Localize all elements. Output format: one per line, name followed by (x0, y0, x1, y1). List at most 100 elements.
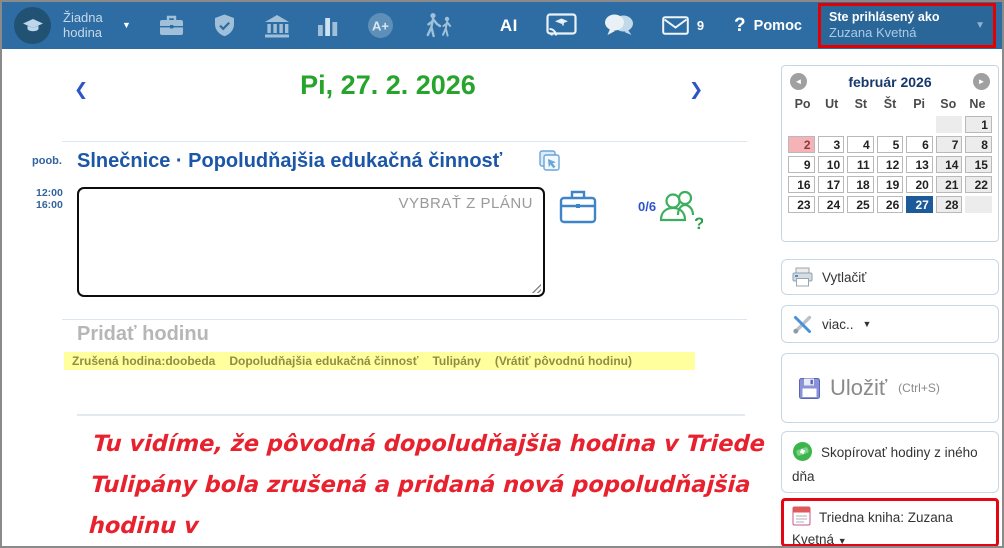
logged-in-user-dropdown[interactable]: Ste prihlásený ako Zuzana Kvetná ▼ (818, 3, 996, 48)
app-window: Žiadna hodina ▼ (0, 0, 1004, 548)
classbook-selector-label: Triedna kniha: Zuzana Kvetná (792, 510, 953, 547)
calendar-day-6[interactable]: 6 (906, 136, 933, 153)
calendar-day-14[interactable]: 14 (936, 156, 963, 173)
calendar-day-16[interactable]: 16 (788, 176, 815, 193)
chevron-down-icon: ▼ (838, 536, 847, 546)
calendar-cell-empty (906, 116, 933, 133)
lesson-selector[interactable]: Žiadna hodina ▼ (63, 11, 131, 41)
calendar-day-4[interactable]: 4 (847, 136, 874, 153)
save-shortcut-hint: (Ctrl+S) (898, 381, 940, 395)
briefcase-icon[interactable] (158, 13, 185, 38)
cast-lesson-icon[interactable] (546, 13, 577, 38)
calendar-day-7[interactable]: 7 (936, 136, 963, 153)
app-logo[interactable] (14, 7, 51, 44)
divider (62, 319, 747, 320)
mini-calendar: ◄ február 2026 ► PoUtStŠtPiSoNe 12345678… (781, 65, 999, 242)
printer-icon (792, 267, 813, 287)
attendance-students-icon[interactable]: ? (657, 188, 703, 237)
chevron-down-icon: ▼ (122, 20, 131, 30)
lesson-plan-textarea[interactable] (77, 187, 545, 297)
calendar-next-month-button[interactable]: ► (973, 73, 990, 90)
calendar-day-26[interactable]: 26 (877, 196, 904, 213)
calendar-cell-empty (788, 116, 815, 133)
logged-in-prefix: Ste prihlásený ako (829, 9, 975, 25)
shield-check-icon[interactable] (212, 13, 237, 39)
svg-text:A+: A+ (372, 19, 389, 34)
calendar-day-9[interactable]: 9 (788, 156, 815, 173)
calendar-header: ◄ február 2026 ► (782, 66, 998, 94)
calendar-month-title: február 2026 (848, 74, 931, 90)
ai-button[interactable]: AI (500, 16, 518, 36)
chevron-down-icon: ▼ (975, 20, 985, 31)
svg-text:?: ? (694, 214, 703, 232)
calendar-day-2[interactable]: 2 (788, 136, 815, 153)
calendar-day-11[interactable]: 11 (847, 156, 874, 173)
classbook-selector-button[interactable]: Triedna kniha: Zuzana Kvetná ▼ (781, 498, 999, 547)
lesson-title: Slnečnice · Popoludňajšia edukačná činno… (77, 150, 502, 173)
current-date-title: Pi, 27. 2. 2026 (2, 70, 774, 101)
calendar-day-1[interactable]: 1 (965, 116, 992, 133)
bar-chart-icon[interactable] (317, 14, 339, 37)
cancelled-lesson-subject: Dopoludňajšia edukačná činnosť (229, 354, 418, 368)
calendar-day-27[interactable]: 27 (906, 196, 933, 213)
calendar-grid: 1234567891011121314151617181920212223242… (782, 112, 998, 217)
mail-count-badge[interactable]: 9 (697, 18, 704, 33)
calendar-day-17[interactable]: 17 (818, 176, 845, 193)
copy-lessons-button[interactable]: Skopírovať hodiny z iného dňa (781, 431, 999, 493)
grade-a-plus-icon[interactable]: A+ (366, 11, 395, 40)
copy-lesson-icon[interactable] (536, 148, 563, 180)
graduation-cap-icon (21, 14, 45, 38)
excursion-walkers-icon[interactable] (422, 12, 456, 39)
calendar-prev-month-button[interactable]: ◄ (790, 73, 807, 90)
calendar-day-23[interactable]: 23 (788, 196, 815, 213)
calendar-dayname: Po (788, 97, 817, 111)
curriculum-briefcase-icon[interactable] (558, 188, 598, 231)
help-question-icon[interactable]: ? (734, 15, 746, 37)
cancelled-lesson-strip: Zrušená hodina:doobeda Dopoludňajšia edu… (64, 352, 695, 370)
annotation-line: Tulipány bola zrušená a pridaná nová pop… (88, 465, 768, 547)
next-day-button[interactable]: ❯ (689, 80, 703, 100)
copy-lessons-label: Skopírovať hodiny z iného dňa (792, 445, 978, 484)
help-button[interactable]: Pomoc (754, 18, 802, 34)
calendar-day-12[interactable]: 12 (877, 156, 904, 173)
print-button[interactable]: Vytlačiť (781, 259, 999, 295)
print-button-label: Vytlačiť (822, 270, 866, 285)
calendar-day-28[interactable]: 28 (936, 196, 963, 213)
calendar-day-22[interactable]: 22 (965, 176, 992, 193)
calendar-day-10[interactable]: 10 (818, 156, 845, 173)
calendar-day-19[interactable]: 19 (877, 176, 904, 193)
handwritten-annotation: Tu vidíme, že pôvodná dopoludňajšia hodi… (86, 424, 771, 548)
more-options-button[interactable]: viac.. ▼ (781, 305, 999, 343)
calendar-cell-empty (877, 116, 904, 133)
period-label: poob. (32, 155, 62, 167)
restore-lesson-link[interactable]: (Vrátiť pôvodnú hodinu) (495, 354, 632, 368)
calendar-dayname: So (934, 97, 963, 111)
annotation-line: Tu vidíme, že pôvodná dopoludňajšia hodi… (92, 424, 770, 465)
calendar-day-13[interactable]: 13 (906, 156, 933, 173)
divider (62, 141, 747, 142)
add-lesson-button[interactable]: Pridať hodinu (77, 323, 209, 346)
calendar-day-8[interactable]: 8 (965, 136, 992, 153)
cancelled-lesson-prefix: Zrušená hodina:doobeda (72, 354, 215, 368)
lesson-selector-label: Žiadna hodina (63, 11, 115, 41)
logged-in-user-text: Ste prihlásený ako Zuzana Kvetná (829, 9, 975, 42)
calendar-day-20[interactable]: 20 (906, 176, 933, 193)
calendar-day-24[interactable]: 24 (818, 196, 845, 213)
calendar-cell-empty (847, 116, 874, 133)
save-button[interactable]: Uložiť (Ctrl+S) (781, 353, 999, 423)
chevron-down-icon: ▼ (863, 319, 872, 329)
calendar-day-15[interactable]: 15 (965, 156, 992, 173)
institution-icon[interactable] (264, 14, 290, 38)
calendar-day-21[interactable]: 21 (936, 176, 963, 193)
calendar-daynames: PoUtStŠtPiSoNe (782, 94, 998, 112)
more-options-label: viac.. (822, 317, 854, 332)
mail-envelope-icon[interactable] (662, 16, 689, 35)
divider (77, 414, 745, 416)
calendar-day-25[interactable]: 25 (847, 196, 874, 213)
calendar-day-18[interactable]: 18 (847, 176, 874, 193)
calendar-cell-empty (965, 196, 992, 213)
calendar-day-5[interactable]: 5 (877, 136, 904, 153)
chat-bubbles-icon[interactable] (604, 13, 635, 38)
cancelled-lesson-class: Tulipány (432, 354, 480, 368)
calendar-day-3[interactable]: 3 (818, 136, 845, 153)
